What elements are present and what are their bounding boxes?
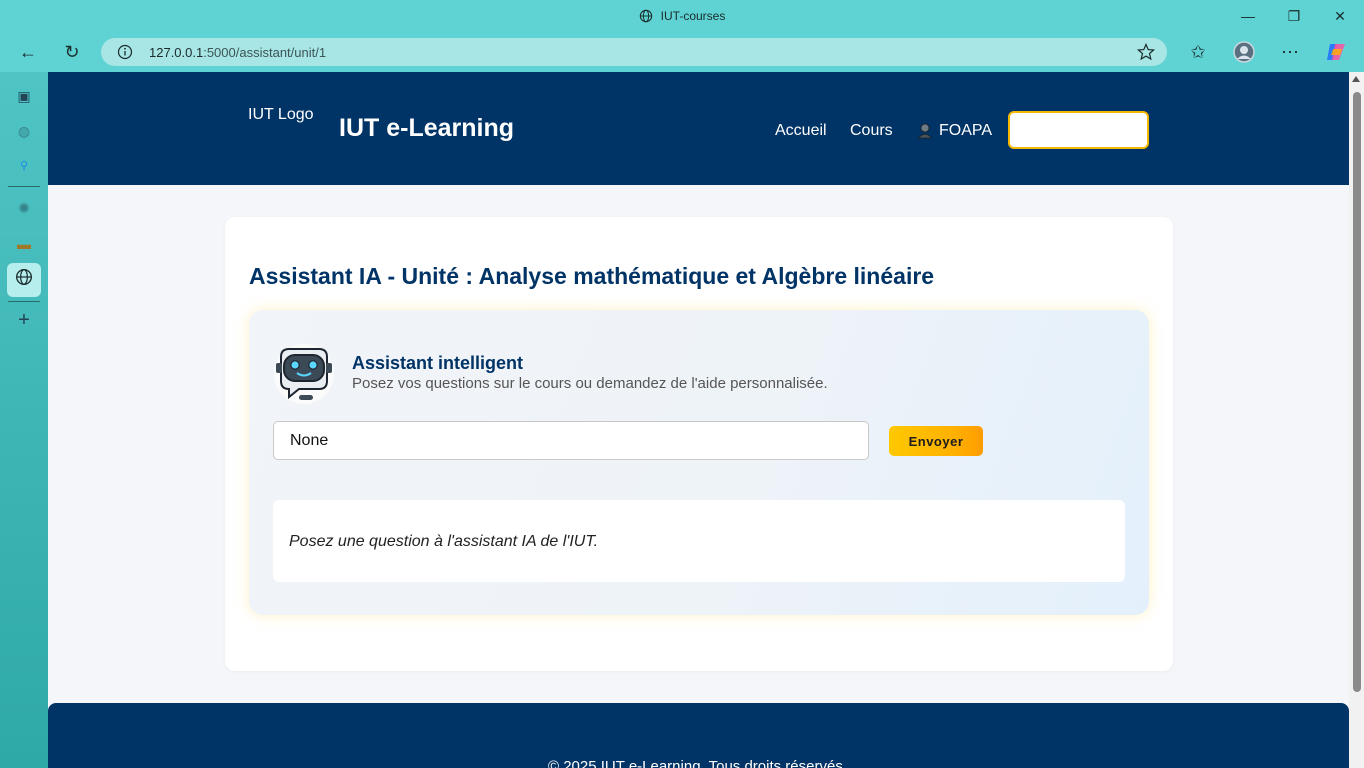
nav-link-courses[interactable]: Cours bbox=[850, 122, 893, 140]
url-host: 127.0.0.1 bbox=[149, 45, 204, 60]
robot-icon bbox=[274, 344, 334, 404]
page-title: Assistant IA - Unité : Analyse mathémati… bbox=[249, 263, 935, 289]
globe-icon bbox=[639, 9, 652, 23]
browser-sidebar: ▣ ◍ ⚲ ✺ ▬ + bbox=[0, 72, 48, 768]
header-action-button[interactable] bbox=[1008, 111, 1149, 149]
info-icon[interactable] bbox=[117, 44, 133, 60]
user-icon bbox=[917, 123, 933, 139]
nav-user-name[interactable]: FOAPA bbox=[939, 122, 992, 140]
restore-icon[interactable]: ❐ bbox=[1284, 6, 1304, 26]
response-box: Posez une question à l'assistant IA de l… bbox=[273, 500, 1125, 582]
browser-toolbar: ← ↻ 127.0.0.1:5000/assistant/unit/1 ✩ ⋯ bbox=[0, 32, 1364, 72]
site-header: IUT Logo IUT e-Learning Accueil Cours FO… bbox=[48, 72, 1349, 185]
tab-actions-icon[interactable]: ▣ bbox=[12, 84, 36, 108]
profile-avatar[interactable] bbox=[1232, 40, 1256, 64]
site-logo[interactable]: IUT Logo bbox=[248, 106, 314, 124]
scroll-up-icon[interactable] bbox=[1352, 76, 1360, 82]
footer-copyright: © 2025 IUT e-Learning. Tous droits réser… bbox=[548, 758, 847, 768]
main-card: Assistant IA - Unité : Analyse mathémati… bbox=[225, 217, 1173, 671]
more-icon[interactable]: ⋯ bbox=[1278, 40, 1302, 64]
globe-icon[interactable]: ◍ bbox=[12, 119, 36, 143]
assistant-subtitle: Posez vos questions sur le cours ou dema… bbox=[352, 375, 828, 392]
search-icon[interactable]: ⚲ bbox=[12, 154, 36, 178]
assistant-panel: Assistant intelligent Posez vos question… bbox=[249, 310, 1149, 615]
close-icon[interactable]: ✕ bbox=[1330, 6, 1350, 26]
scrollbar-thumb[interactable] bbox=[1353, 92, 1361, 692]
site-brand: IUT e-Learning bbox=[339, 114, 515, 142]
back-arrow-icon[interactable]: ← bbox=[16, 40, 40, 64]
favorites-icon[interactable]: ✩ bbox=[1186, 40, 1210, 64]
tab-title: IUT-courses bbox=[660, 9, 726, 23]
address-bar[interactable]: 127.0.0.1:5000/assistant/unit/1 bbox=[101, 38, 1167, 66]
copilot-icon[interactable] bbox=[1324, 40, 1348, 64]
notebook-icon[interactable]: ▬ bbox=[12, 232, 36, 256]
sidebar-divider bbox=[8, 186, 40, 187]
star-icon[interactable] bbox=[1137, 43, 1155, 61]
response-text: Posez une question à l'assistant IA de l… bbox=[289, 533, 599, 550]
page-scrollbar[interactable] bbox=[1349, 72, 1364, 768]
globe-icon-active[interactable] bbox=[12, 268, 36, 292]
add-icon[interactable]: + bbox=[12, 308, 36, 332]
send-button[interactable]: Envoyer bbox=[889, 426, 983, 456]
sidebar-divider bbox=[8, 301, 40, 302]
site-footer: © 2025 IUT e-Learning. Tous droits réser… bbox=[48, 703, 1349, 768]
url-path: :5000/assistant/unit/1 bbox=[203, 45, 327, 60]
url-text[interactable]: 127.0.0.1:5000/assistant/unit/1 bbox=[149, 45, 326, 60]
window-title: IUT-courses bbox=[0, 9, 1364, 23]
page-viewport: IUT Logo IUT e-Learning Accueil Cours FO… bbox=[48, 72, 1364, 768]
question-input[interactable] bbox=[273, 421, 869, 460]
chatgpt-icon[interactable]: ✺ bbox=[12, 196, 36, 220]
nav-link-home[interactable]: Accueil bbox=[775, 122, 827, 140]
assistant-title: Assistant intelligent bbox=[352, 353, 524, 373]
browser-titlebar: IUT-courses — ❐ ✕ bbox=[0, 0, 1364, 32]
reload-icon[interactable]: ↻ bbox=[60, 40, 84, 64]
minimize-icon[interactable]: — bbox=[1238, 6, 1258, 26]
